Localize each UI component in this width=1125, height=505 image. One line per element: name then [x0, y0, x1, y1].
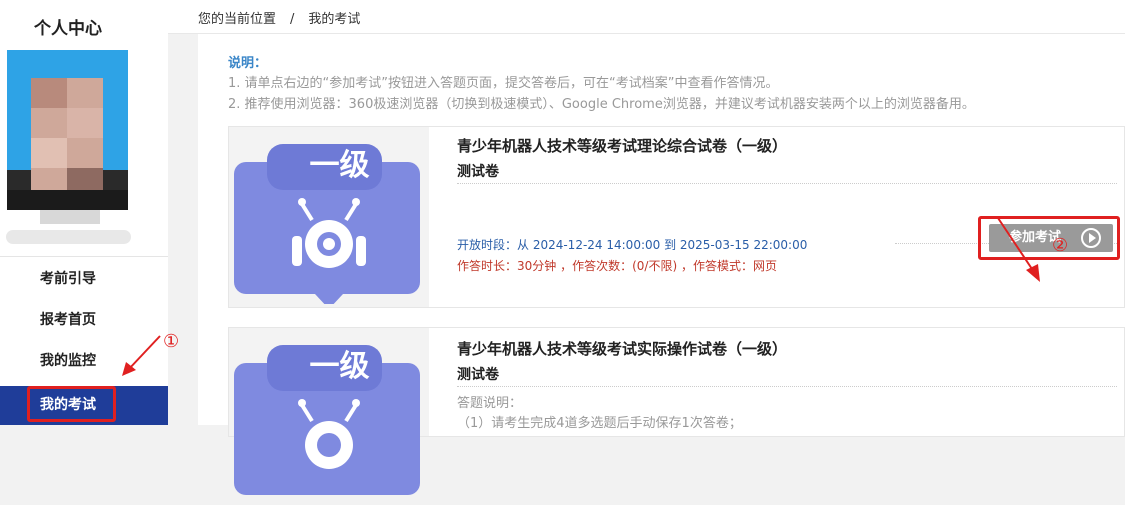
- notice-line-2: 2. 推荐使用浏览器：360极速浏览器（切换到极速模式）、Google Chro…: [228, 97, 975, 112]
- annotation-arrow-icon: [122, 335, 161, 376]
- blurred-username: [40, 210, 100, 224]
- play-icon: [1081, 228, 1101, 248]
- exam-title[interactable]: 青少年机器人技术等级考试理论综合试卷（一级）: [457, 135, 787, 156]
- badge-level-text: 一级: [309, 148, 370, 183]
- exam-subtitle: 测试卷: [457, 367, 499, 383]
- card-divider: [457, 183, 1117, 184]
- exam-open-period: 开放时段：从 2024-12-24 14:00:00 到 2025-03-15 …: [457, 238, 808, 252]
- sidebar-item-exam-guide[interactable]: 考前引导: [0, 261, 168, 298]
- annotation-highlight-box: [27, 386, 116, 422]
- annotation-marker: ②: [1052, 235, 1069, 256]
- main-content: 说明： 1. 请单点右边的“参加考试”按钮进入答题页面，提交答卷后，可在“考试档…: [198, 34, 1125, 495]
- sidebar-title: 个人中心: [34, 19, 102, 39]
- blurred-user-info: [6, 230, 131, 244]
- exam-attempt-info: 作答时长：30分钟 ，作答次数：(0/不限) ，作答模式：网页: [457, 259, 777, 273]
- annotation-arrow-icon: [997, 217, 1040, 282]
- exam-title[interactable]: 青少年机器人技术等级考试实际操作试卷（一级）: [457, 338, 787, 359]
- notice-line-1: 1. 请单点右边的“参加考试”按钮进入答题页面，提交答卷后，可在“考试档案”中查…: [228, 76, 779, 91]
- notice-heading: 说明：: [228, 56, 268, 71]
- sidebar-divider: [0, 256, 168, 257]
- exam-badge-area: 一级: [229, 127, 429, 307]
- breadcrumb-bar: 您的当前位置 / 我的考试: [168, 0, 1125, 34]
- exam-desc-heading: 答题说明：: [457, 396, 523, 411]
- breadcrumb-prefix: 您的当前位置: [198, 12, 277, 27]
- card-divider: [457, 386, 1117, 387]
- exam-desc-line: （1）请考生完成4道多选题后手动保存1次答卷；: [457, 416, 742, 431]
- exam-badge-area: 一级: [229, 328, 429, 495]
- exam-subtitle: 测试卷: [457, 164, 499, 180]
- badge-level-text: 一级: [309, 349, 370, 384]
- breadcrumb: 您的当前位置 / 我的考试: [198, 8, 360, 27]
- breadcrumb-current[interactable]: 我的考试: [308, 12, 360, 27]
- exam-card: 一级 青少年机器人技术等级考试实际操作试卷（一级） 测试卷 答题说明： （1）请…: [228, 327, 1125, 495]
- annotation-marker: ①: [163, 331, 180, 352]
- breadcrumb-separator: /: [290, 12, 295, 27]
- avatar: [7, 50, 128, 210]
